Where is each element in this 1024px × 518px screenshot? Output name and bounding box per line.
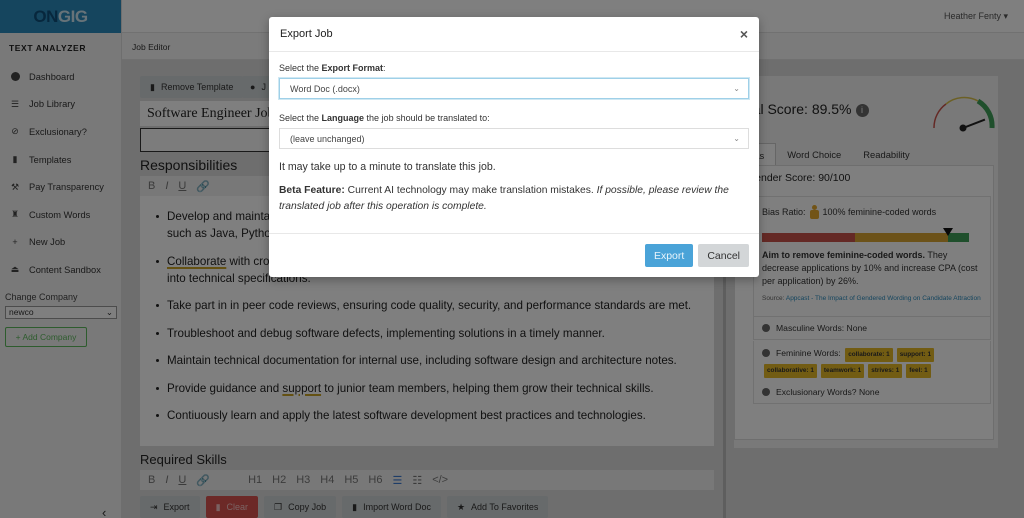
label-bold: Export Format (321, 63, 384, 73)
beta-text: Current AI technology may make translati… (344, 185, 597, 196)
modal-footer: Export Cancel (269, 233, 759, 277)
modal-body: Select the Export Format: Word Doc (.doc… (269, 52, 759, 215)
label-text: the job should be translated to: (364, 113, 490, 123)
app: ONGIG TEXT ANALYZER Dashboard ☰Job Libra… (0, 0, 1024, 518)
export-format-label: Select the Export Format: (279, 63, 749, 73)
label-text: Select the (279, 113, 322, 123)
chevron-down-icon: ⌄ (733, 84, 740, 93)
export-button[interactable]: Export (644, 244, 694, 267)
modal-title: Export Job (280, 28, 333, 40)
chevron-down-icon: ⌄ (733, 134, 740, 143)
language-label: Select the Language the job should be tr… (279, 113, 749, 123)
label-text: : (383, 63, 386, 73)
modal-header: Export Job × (269, 17, 759, 52)
close-icon[interactable]: × (740, 26, 748, 42)
beta-notice: Beta Feature: Current AI technology may … (279, 183, 749, 215)
label-text: Select the (279, 63, 322, 73)
label-bold: Language (321, 113, 365, 123)
beta-bold: Beta Feature: (279, 185, 345, 196)
language-value: (leave unchanged) (290, 133, 365, 144)
export-format-select[interactable]: Word Doc (.docx) ⌄ (279, 78, 749, 99)
export-job-modal: Export Job × Select the Export Format: W… (269, 17, 759, 277)
language-select[interactable]: (leave unchanged) ⌄ (279, 128, 749, 149)
export-format-value: Word Doc (.docx) (290, 83, 360, 94)
cancel-button[interactable]: Cancel (698, 244, 749, 267)
translation-note: It may take up to a minute to translate … (279, 161, 496, 173)
